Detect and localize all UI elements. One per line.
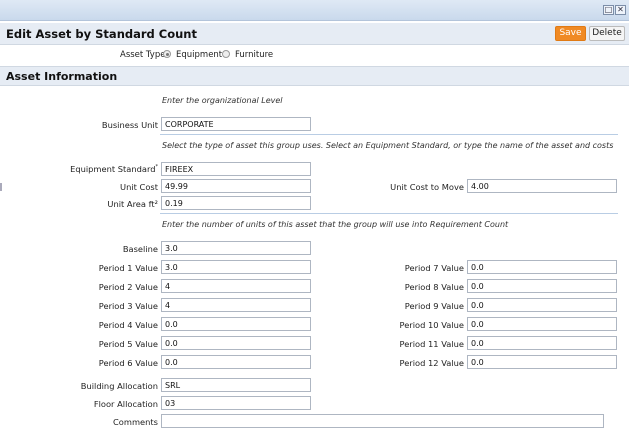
period-11-input[interactable] [467, 336, 617, 350]
equipment-standard-label: Equipment Standard* [70, 164, 158, 174]
divider [160, 134, 618, 135]
period-1-input[interactable] [161, 260, 311, 274]
page-title: Edit Asset by Standard Count [6, 27, 197, 41]
period-2-input[interactable] [161, 279, 311, 293]
period-5-label: Period 5 Value [98, 339, 158, 349]
comments-label: Comments [113, 417, 158, 427]
save-button[interactable]: Save [555, 26, 586, 41]
period-11-label: Period 11 Value [399, 339, 465, 349]
period-10-label: Period 10 Value [399, 320, 465, 330]
period-2-label: Period 2 Value [98, 282, 158, 292]
window-titlebar: □ ✕ [0, 0, 629, 21]
period-4-label: Period 4 Value [98, 320, 158, 330]
period-10-input[interactable] [467, 317, 617, 331]
building-allocation-label: Building Allocation [80, 381, 158, 391]
org-level-instruction: Enter the organizational Level [162, 96, 283, 105]
period-3-input[interactable] [161, 298, 311, 312]
unit-area-label: Unit Area ft² [107, 199, 158, 209]
business-unit-input[interactable] [161, 117, 311, 131]
scroll-edge-marker [0, 183, 2, 191]
baseline-label: Baseline [122, 244, 158, 254]
floor-allocation-input[interactable] [161, 396, 311, 410]
period-8-label: Period 8 Value [404, 282, 464, 292]
baseline-input[interactable] [161, 241, 311, 255]
equipment-radio-label[interactable]: Equipment [176, 50, 222, 60]
period-7-input[interactable] [467, 260, 617, 274]
period-8-input[interactable] [467, 279, 617, 293]
restore-icon[interactable]: □ [603, 5, 614, 15]
business-unit-label: Business Unit [101, 120, 158, 130]
period-6-label: Period 6 Value [98, 358, 158, 368]
period-9-label: Period 9 Value [404, 301, 464, 311]
unit-cost-to-move-input[interactable] [467, 179, 617, 193]
period-1-label: Period 1 Value [98, 263, 158, 273]
unit-cost-to-move-label: Unit Cost to Move [390, 182, 464, 192]
period-5-input[interactable] [161, 336, 311, 350]
period-7-label: Period 7 Value [404, 263, 464, 273]
period-6-input[interactable] [161, 355, 311, 369]
furniture-radio-label[interactable]: Furniture [235, 50, 273, 60]
comments-input[interactable] [161, 414, 604, 428]
close-icon[interactable]: ✕ [615, 5, 626, 15]
period-12-label: Period 12 Value [399, 358, 465, 368]
floor-allocation-label: Floor Allocation [93, 399, 158, 409]
delete-button[interactable]: Delete [589, 26, 625, 41]
unit-area-input[interactable] [161, 196, 311, 210]
asset-information-section: Asset Information [0, 66, 629, 86]
unit-cost-input[interactable] [161, 179, 311, 193]
furniture-radio[interactable] [222, 50, 230, 58]
section-title: Asset Information [6, 70, 118, 83]
equipment-radio[interactable] [163, 50, 171, 58]
building-allocation-input[interactable] [161, 378, 311, 392]
units-instruction: Enter the number of units of this asset … [162, 220, 509, 229]
period-3-label: Period 3 Value [98, 301, 158, 311]
form-header: Edit Asset by Standard Count Save Delete [0, 23, 629, 45]
asset-type-label: Asset Type [120, 50, 166, 60]
equipment-standard-input[interactable] [161, 162, 311, 176]
divider [160, 213, 618, 214]
period-9-input[interactable] [467, 298, 617, 312]
period-12-input[interactable] [467, 355, 617, 369]
period-4-input[interactable] [161, 317, 311, 331]
asset-type-instruction: Select the type of asset this group uses… [162, 141, 614, 150]
unit-cost-label: Unit Cost [120, 182, 158, 192]
